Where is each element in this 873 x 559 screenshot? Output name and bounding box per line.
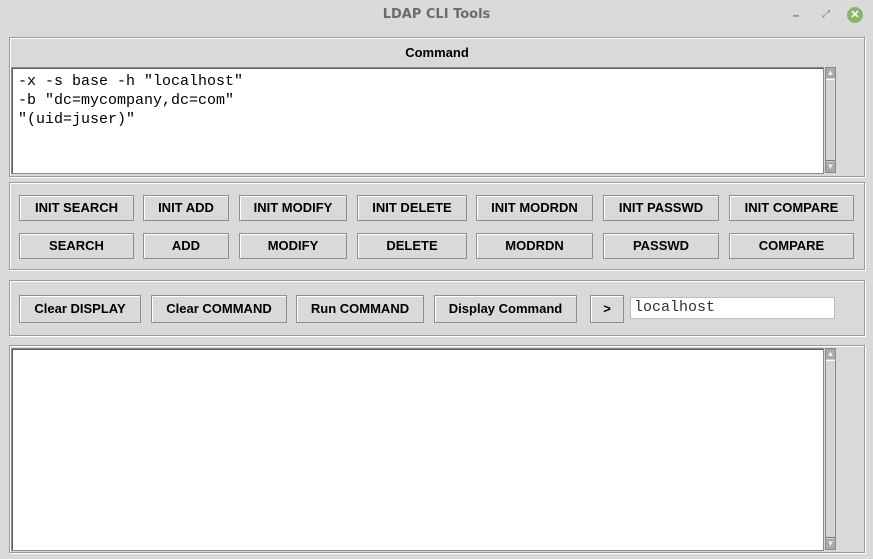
command-scrollbar[interactable]: ▲ ▼ <box>825 67 836 173</box>
display-scrollbar[interactable]: ▲ ▼ <box>825 348 836 550</box>
command-label: Command <box>405 45 469 60</box>
init-modify-button[interactable]: INIT MODIFY <box>239 195 347 221</box>
command-textarea[interactable]: -x -s base -h "localhost" -b "dc=mycompa… <box>11 67 824 174</box>
init-compare-button[interactable]: INIT COMPARE <box>729 195 854 221</box>
run-frame: Clear DISPLAY Clear COMMAND Run COMMAND … <box>9 280 865 336</box>
add-button[interactable]: ADD <box>143 233 229 259</box>
display-command-button[interactable]: Display Command <box>434 295 577 323</box>
init-search-button[interactable]: INIT SEARCH <box>19 195 134 221</box>
scroll-thumb[interactable] <box>826 360 835 538</box>
scroll-thumb[interactable] <box>826 79 835 161</box>
host-input[interactable]: localhost <box>630 297 835 319</box>
delete-button[interactable]: DELETE <box>357 233 467 259</box>
window-title: LDAP CLI Tools <box>382 7 491 22</box>
scroll-down-icon[interactable]: ▼ <box>826 162 835 172</box>
search-button[interactable]: SEARCH <box>19 233 134 259</box>
init-passwd-button[interactable]: INIT PASSWD <box>603 195 719 221</box>
init-add-button[interactable]: INIT ADD <box>143 195 229 221</box>
clear-command-button[interactable]: Clear COMMAND <box>151 295 287 323</box>
init-delete-button[interactable]: INIT DELETE <box>357 195 467 221</box>
scroll-up-icon[interactable]: ▲ <box>826 349 835 359</box>
modrdn-button[interactable]: MODRDN <box>476 233 593 259</box>
display-frame: ▲ ▼ <box>9 345 865 553</box>
go-button[interactable]: > <box>590 295 624 323</box>
modify-button[interactable]: MODIFY <box>239 233 347 259</box>
operations-frame: INIT SEARCH INIT ADD INIT MODIFY INIT DE… <box>9 182 865 270</box>
minimize-icon[interactable]: – <box>788 7 804 23</box>
maximize-icon[interactable]: ⤢ <box>818 7 834 23</box>
display-textarea[interactable] <box>11 348 824 551</box>
compare-button[interactable]: COMPARE <box>729 233 854 259</box>
init-modrdn-button[interactable]: INIT MODRDN <box>476 195 593 221</box>
passwd-button[interactable]: PASSWD <box>603 233 719 259</box>
scroll-up-icon[interactable]: ▲ <box>826 68 835 78</box>
close-icon[interactable]: ✕ <box>847 7 863 23</box>
scroll-down-icon[interactable]: ▼ <box>826 539 835 549</box>
run-command-button[interactable]: Run COMMAND <box>296 295 424 323</box>
clear-display-button[interactable]: Clear DISPLAY <box>19 295 141 323</box>
title-bar: LDAP CLI Tools – ⤢ ✕ <box>0 0 873 30</box>
command-frame: Command -x -s base -h "localhost" -b "dc… <box>9 37 865 177</box>
